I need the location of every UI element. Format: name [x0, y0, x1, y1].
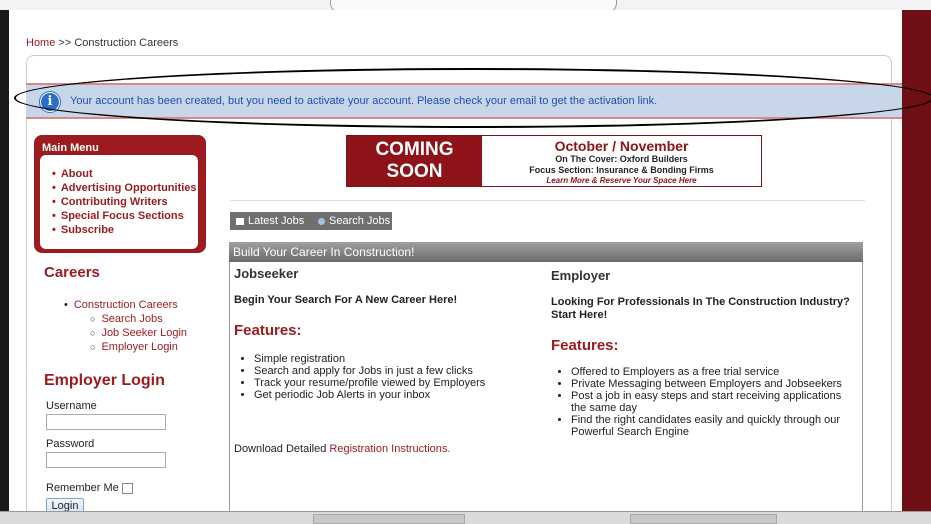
banner-focus: Focus Section: Insurance & Bonding Firms — [529, 165, 714, 175]
tab-search-jobs[interactable]: Search Jobs — [318, 215, 390, 227]
list-item: Find the right candidates easily and qui… — [571, 414, 856, 438]
breadcrumb: Home >> Construction Careers — [26, 37, 178, 49]
jobseeker-tagline: Begin Your Search For A New Career Here! — [234, 294, 458, 306]
employer-tagline: Looking For Professionals In The Constru… — [551, 296, 850, 321]
coming-soon-banner[interactable]: COMING SOON October / November On The Co… — [346, 135, 762, 187]
menu-item-advertising[interactable]: Advertising Opportunities — [52, 181, 198, 195]
main-menu-box: About Advertising Opportunities Contribu… — [40, 155, 198, 249]
banner-details: October / November On The Cover: Oxford … — [482, 136, 761, 186]
banner-title: October / November — [554, 138, 689, 154]
list-item: Private Messaging between Employers and … — [571, 378, 856, 390]
careers-link-job-seeker-login[interactable]: Job Seeker Login — [64, 326, 187, 340]
right-page-background — [902, 10, 931, 523]
careers-link-search-jobs[interactable]: Search Jobs — [64, 312, 187, 326]
notice-message: Your account has been created, but you n… — [70, 95, 658, 107]
main-menu-title: Main Menu — [42, 142, 99, 154]
careers-link-employer-login[interactable]: Employer Login — [64, 340, 187, 354]
list-icon — [236, 218, 244, 225]
employer-features-list: Offered to Employers as a free trial ser… — [551, 366, 856, 438]
tab-latest-jobs-label: Latest Jobs — [248, 215, 305, 227]
list-item: Simple registration — [254, 353, 534, 365]
browser-bottom-bar — [0, 511, 931, 524]
info-icon: i — [40, 92, 60, 112]
career-box: Jobseeker Begin Your Search For A New Ca… — [229, 262, 863, 512]
password-label: Password — [46, 438, 95, 450]
menu-item-subscribe[interactable]: Subscribe — [52, 223, 198, 237]
username-field[interactable] — [46, 414, 166, 430]
remember-me-label: Remember Me — [46, 482, 119, 494]
build-career-header: Build Your Career In Construction! — [229, 242, 863, 262]
banner-left-line1: COMING — [375, 139, 454, 160]
banner-cover: On The Cover: Oxford Builders — [555, 154, 688, 164]
breadcrumb-home-link[interactable]: Home — [26, 37, 55, 49]
download-prefix: Download Detailed — [234, 443, 330, 455]
left-window-frame — [0, 10, 9, 523]
jobseeker-column: Jobseeker Begin Your Search For A New Ca… — [234, 266, 534, 455]
careers-list: Construction Careers Search Jobs Job See… — [64, 298, 187, 354]
careers-heading: Careers — [44, 264, 100, 281]
banner-left-line2: SOON — [386, 161, 443, 182]
registration-instructions-link[interactable]: Registration Instructions. — [329, 443, 450, 455]
activation-notice: i Your account has been created, but you… — [26, 83, 902, 119]
menu-item-special-focus[interactable]: Special Focus Sections — [52, 209, 198, 223]
main-menu: Main Menu About Advertising Opportunitie… — [34, 135, 206, 253]
jobseeker-title: Jobseeker — [234, 266, 299, 281]
list-item: Track your resume/profile viewed by Empl… — [254, 377, 534, 389]
password-field[interactable] — [46, 452, 166, 468]
employer-login-heading: Employer Login — [44, 372, 165, 389]
careers-link-construction[interactable]: Construction Careers — [64, 298, 187, 312]
list-item: Get periodic Job Alerts in your inbox — [254, 389, 534, 401]
job-tabs: Latest Jobs Search Jobs — [230, 212, 392, 230]
banner-reserve: Learn More & Reserve Your Space Here — [546, 176, 697, 185]
employer-title: Employer — [551, 268, 611, 283]
download-line: Download Detailed Registration Instructi… — [234, 443, 534, 455]
jobseeker-features-title: Features: — [234, 322, 302, 339]
employer-column: Employer Looking For Professionals In Th… — [551, 268, 856, 438]
tab-latest-jobs[interactable]: Latest Jobs — [236, 215, 304, 227]
search-icon — [318, 218, 325, 225]
breadcrumb-separator: >> — [58, 37, 72, 49]
breadcrumb-current: Construction Careers — [74, 37, 179, 49]
tab-search-jobs-label: Search Jobs — [329, 215, 391, 227]
menu-item-contributing-writers[interactable]: Contributing Writers — [52, 195, 198, 209]
jobseeker-features-list: Simple registration Search and apply for… — [234, 353, 534, 401]
list-item: Offered to Employers as a free trial ser… — [571, 366, 856, 378]
banner-coming-soon: COMING SOON — [347, 136, 482, 186]
list-item: Search and apply for Jobs in just a few … — [254, 365, 534, 377]
employer-features-title: Features: — [551, 337, 619, 354]
menu-item-about[interactable]: About — [52, 167, 198, 181]
list-item: Post a job in easy steps and start recei… — [571, 390, 856, 414]
username-label: Username — [46, 400, 97, 412]
remember-me-checkbox[interactable] — [122, 483, 133, 494]
divider — [230, 200, 865, 201]
